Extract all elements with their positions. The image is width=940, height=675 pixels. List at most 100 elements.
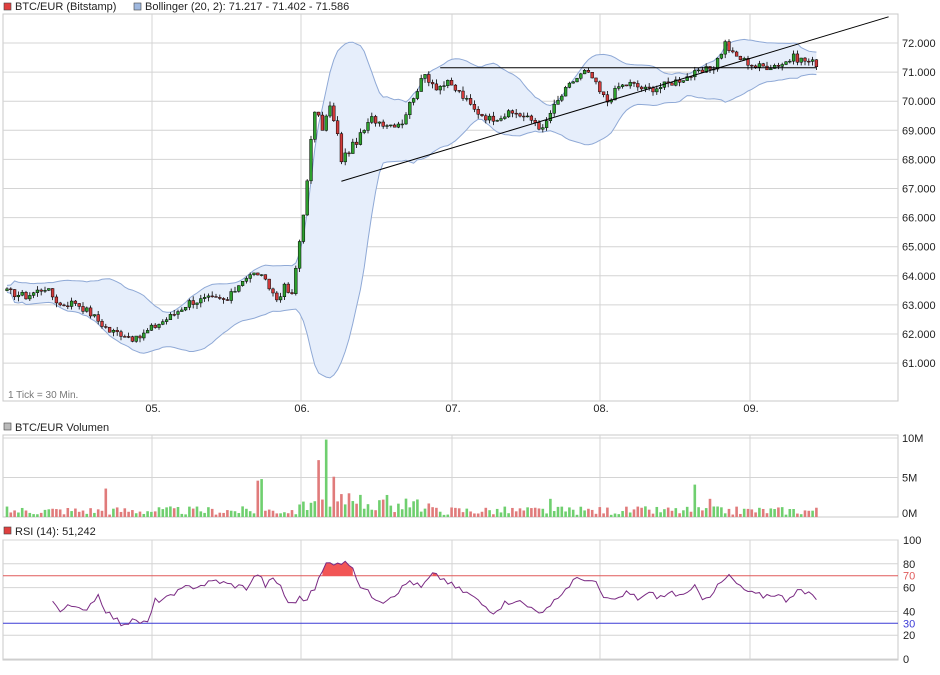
- volume-bar: [70, 511, 73, 517]
- candle-body: [218, 297, 222, 299]
- candle-body: [487, 115, 492, 121]
- volume-bar: [461, 512, 465, 517]
- candle-body: [457, 90, 461, 92]
- volume-bar: [245, 508, 248, 517]
- candle-body: [552, 104, 556, 114]
- candle-body: [590, 72, 594, 79]
- price-y-axis: 61.000 62.000 63.000 64.000 65.000 66.000 67.0…: [902, 38, 936, 370]
- candle-body: [320, 114, 325, 131]
- candle-body: [734, 51, 739, 57]
- volume-bar: [260, 479, 263, 517]
- bollinger-legend-swatch: [133, 2, 142, 11]
- candle-body: [632, 81, 636, 84]
- volume-bar: [85, 513, 89, 517]
- price-tick-label: 66.000: [902, 213, 936, 225]
- x-tick-label: 09.: [743, 403, 758, 415]
- volume-bar: [803, 510, 807, 517]
- candle-body: [476, 109, 480, 115]
- volume-bar: [769, 508, 773, 517]
- volume-bar: [218, 512, 222, 517]
- candle-body: [670, 82, 674, 86]
- volume-bar: [233, 511, 237, 517]
- volume-bar: [602, 513, 605, 517]
- candle-body: [636, 83, 640, 88]
- volume-bar: [226, 510, 229, 517]
- volume-bar: [305, 510, 309, 517]
- volume-bar: [492, 514, 495, 517]
- volume-bar: [625, 506, 628, 517]
- volume-bar: [651, 513, 655, 517]
- volume-bar: [545, 513, 548, 517]
- volume-bar: [655, 506, 659, 517]
- volume-bar: [359, 494, 362, 517]
- volume-bar: [214, 514, 218, 517]
- candle-body: [20, 291, 24, 296]
- candle-body: [586, 70, 591, 73]
- x-tick-label: 06.: [294, 403, 309, 415]
- candle-body: [92, 314, 97, 317]
- volume-bar: [568, 507, 571, 517]
- volume-bar: [347, 493, 351, 517]
- candle-body: [119, 331, 123, 337]
- candle-body: [541, 127, 545, 130]
- volume-bar: [248, 511, 252, 517]
- volume-bar: [112, 508, 115, 517]
- candle-body: [628, 81, 632, 87]
- candle-body: [199, 298, 203, 304]
- volume-bar: [400, 509, 404, 517]
- price-tick-label: 64.000: [902, 271, 936, 283]
- candle-body: [522, 115, 526, 118]
- candle-body: [73, 300, 78, 304]
- candle-body: [9, 288, 13, 291]
- candle-body: [351, 141, 355, 154]
- candle-body: [525, 115, 530, 118]
- volume-bar: [723, 513, 727, 517]
- price-tick-label: 72.000: [902, 38, 936, 50]
- candle-body: [427, 74, 431, 83]
- volume-bar: [720, 507, 723, 517]
- volume-plot-frame: [2, 434, 899, 518]
- candle-body: [442, 85, 446, 87]
- candle-body: [723, 41, 727, 55]
- volume-bar: [416, 499, 419, 517]
- volume-bar: [343, 504, 347, 517]
- volume-bar: [237, 513, 241, 517]
- volume-bar: [229, 510, 233, 517]
- candle-body: [537, 122, 541, 130]
- candle-body: [814, 59, 819, 67]
- volume-bar: [674, 508, 678, 517]
- rsi-tick-label: 100: [903, 535, 921, 547]
- candle-body: [290, 292, 294, 294]
- candle-body: [449, 80, 454, 86]
- volume-bar: [765, 513, 769, 517]
- candle-body: [385, 125, 389, 127]
- volume-bar: [735, 506, 738, 517]
- candle-body: [750, 64, 754, 67]
- candle-body: [601, 91, 606, 95]
- candle-body: [142, 332, 146, 339]
- candle-body: [316, 111, 321, 116]
- candle-body: [275, 292, 279, 301]
- volume-bar: [450, 507, 453, 517]
- candle-body: [529, 115, 534, 121]
- volume-bar: [100, 510, 104, 517]
- volume-bar: [412, 501, 415, 517]
- volume-bar: [180, 513, 184, 517]
- chart-canvas: BTC/EUR (Bitstamp) Bollinger (20, 2): 71…: [2, 1, 936, 666]
- candle-body: [727, 41, 731, 51]
- candle-body: [381, 121, 385, 127]
- candle-body: [404, 114, 408, 125]
- rsi-tick-label: 40: [903, 606, 915, 618]
- volume-bar: [89, 508, 92, 517]
- volume-bar: [93, 512, 96, 517]
- candle-body: [28, 295, 32, 300]
- volume-bar: [51, 508, 54, 517]
- candle-body: [138, 335, 142, 339]
- volume-bar: [640, 507, 643, 517]
- volume-bar: [404, 498, 408, 517]
- candle-body: [130, 336, 135, 342]
- volume-bar: [355, 503, 358, 517]
- volume-bar: [191, 508, 195, 517]
- volume-bar: [442, 514, 446, 517]
- candle-body: [39, 289, 43, 292]
